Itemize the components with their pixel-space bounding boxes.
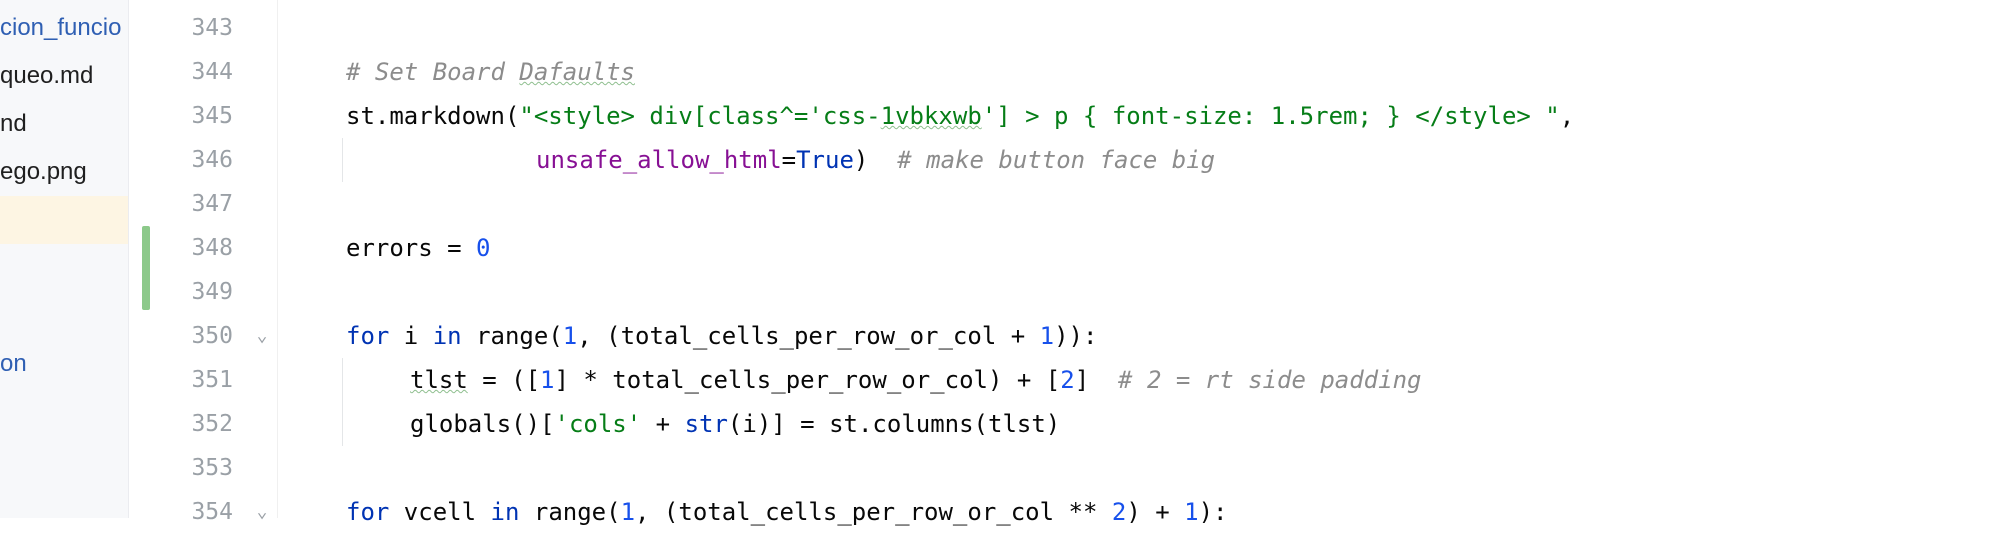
keyword-token: in: [432, 322, 462, 350]
number-token: 1: [1039, 322, 1055, 350]
code-editor[interactable]: # Set Board Dafaults st.markdown("<style…: [277, 0, 1996, 526]
number-token: 2: [1060, 366, 1075, 394]
indent-guide: [342, 358, 343, 446]
code-token: ,: [1559, 102, 1575, 130]
code-line: st.markdown("<style> div[class^='css-1vb…: [346, 94, 1574, 138]
line-number: 354: [191, 499, 233, 525]
number-token: 1: [540, 366, 555, 394]
line-number: 352: [191, 411, 233, 437]
comment: # Set Board: [346, 58, 520, 86]
keyword-token: for: [346, 322, 390, 350]
line-number: 345: [191, 103, 233, 129]
line-number: 351: [191, 367, 233, 393]
file-item-selected[interactable]: [0, 196, 128, 244]
number-token: 1: [620, 498, 636, 526]
keyword-token: in: [490, 498, 520, 526]
code-token: ) +: [1126, 498, 1185, 526]
code-token: =: [781, 146, 797, 174]
code-token: range(: [461, 322, 563, 350]
indent-guide: [342, 138, 343, 182]
vcs-change-marker[interactable]: [142, 226, 150, 310]
comment: # 2 = rt side padding: [1118, 366, 1422, 394]
builtin-token: str: [684, 410, 728, 438]
comment: # make button face big: [897, 146, 1216, 174]
code-token: ): [853, 146, 869, 174]
file-item[interactable]: cion_funcio: [0, 4, 121, 52]
string-token: "<style> div[class^='css-: [519, 102, 881, 130]
line-number: 350: [191, 323, 233, 349]
file-item-label: queo.md: [0, 62, 94, 89]
string-token: '] > p { font-size: 1.5rem; } </style> ": [981, 102, 1560, 130]
code-line: # Set Board Dafaults: [346, 50, 635, 94]
editor-gutter: 343 344 345 346 347 348 349 350 351 352 …: [129, 0, 277, 525]
string-typo: 1vbkxwb: [880, 102, 982, 130]
string-token: 'cols': [554, 410, 642, 438]
code-line: for i in range(1, (total_cells_per_row_o…: [346, 314, 1097, 358]
line-number: 349: [191, 279, 233, 305]
line-number: 346: [191, 147, 233, 173]
code-token: , (total_cells_per_row_or_col **: [635, 498, 1112, 526]
chevron-down-icon[interactable]: ⌄: [252, 314, 272, 358]
line-number: 343: [191, 15, 233, 41]
line-number: 348: [191, 235, 233, 261]
file-item[interactable]: nd: [0, 100, 27, 148]
code-token: vcell: [389, 498, 491, 526]
file-item[interactable]: queo.md: [0, 52, 93, 100]
number-token: 0: [476, 234, 491, 262]
number-token: 1: [562, 322, 578, 350]
file-item[interactable]: ego.png: [0, 148, 87, 196]
keyword-token: True: [796, 146, 854, 174]
keyword-token: for: [346, 498, 390, 526]
line-number: 344: [191, 59, 233, 85]
number-token: 1: [1184, 498, 1199, 526]
file-item-label: nd: [0, 110, 27, 137]
code-token: )):: [1054, 322, 1098, 350]
code-line: errors = 0: [346, 226, 491, 270]
code-token: globals()[: [410, 410, 555, 438]
code-token: i: [389, 322, 433, 350]
code-line: for vcell in range(1, (total_cells_per_r…: [346, 490, 1227, 534]
file-item-label: cion_funcio: [0, 14, 122, 41]
code-token: errors =: [346, 234, 477, 262]
code-token: (i)] = st.columns(tlst): [727, 410, 1061, 438]
line-number: 347: [191, 191, 233, 217]
code-token: range(: [519, 498, 621, 526]
code-line: globals()['cols' + str(i)] = st.columns(…: [410, 402, 1060, 446]
variable-typo: tlst: [410, 366, 468, 394]
code-token: ] * total_cells_per_row_or_col) + [: [554, 366, 1061, 394]
code-token: ]: [1074, 366, 1119, 394]
kwarg-token: unsafe_allow_html: [536, 146, 782, 174]
code-token: +: [641, 410, 685, 438]
line-number: 353: [191, 455, 233, 481]
project-sidebar: cion_funcio queo.md nd ego.png on: [0, 0, 129, 518]
code-line: unsafe_allow_html=True) # make button fa…: [536, 138, 1215, 182]
comment-typo: Dafaults: [519, 58, 635, 86]
file-item-label: on: [0, 350, 27, 377]
code-token: st.markdown(: [346, 102, 520, 130]
code-line: tlst = ([1] * total_cells_per_row_or_col…: [410, 358, 1421, 402]
file-item[interactable]: on: [0, 340, 27, 388]
code-token: , (total_cells_per_row_or_col +: [577, 322, 1040, 350]
number-token: 2: [1111, 498, 1127, 526]
code-token: = ([: [467, 366, 541, 394]
chevron-down-icon[interactable]: ⌄: [252, 490, 272, 534]
file-item-label: ego.png: [0, 158, 87, 185]
code-token: ):: [1198, 498, 1228, 526]
